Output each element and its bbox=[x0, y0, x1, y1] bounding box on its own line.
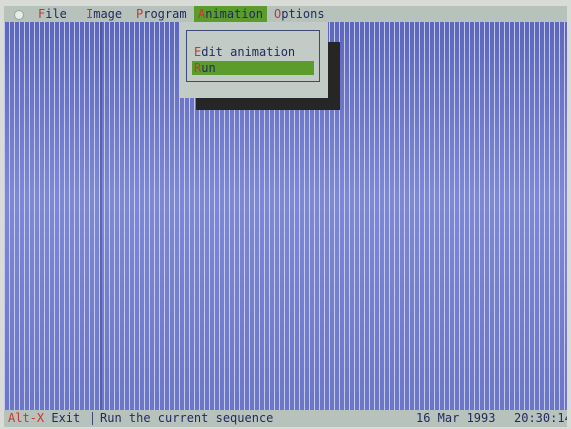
exit-shortcut-key: Alt-X bbox=[8, 411, 45, 425]
dropdown-item-edit-animation[interactable]: Edit animation bbox=[192, 45, 314, 59]
menu-program[interactable]: Program bbox=[132, 6, 191, 22]
menu-image-label: mage bbox=[93, 7, 123, 21]
menu-bar: File Image Program Animation Options bbox=[4, 6, 567, 22]
exit-shortcut[interactable]: Alt-X Exit bbox=[8, 410, 80, 427]
menu-file-label: ile bbox=[45, 7, 67, 21]
animation-dropdown: Edit animation Run bbox=[180, 22, 328, 98]
menu-program-label: rogram bbox=[143, 7, 187, 21]
exit-shortcut-label: Exit bbox=[51, 411, 81, 425]
screen: File Image Program Animation Options Edi… bbox=[4, 6, 567, 427]
status-hint: Run the current sequence bbox=[100, 411, 274, 425]
menu-image[interactable]: Image bbox=[82, 6, 126, 22]
run-label: un bbox=[201, 61, 216, 75]
menu-animation[interactable]: Animation bbox=[194, 6, 268, 22]
menu-file[interactable]: File bbox=[34, 6, 71, 22]
status-divider bbox=[92, 412, 93, 425]
system-menu-icon[interactable] bbox=[14, 10, 24, 20]
menu-options-label: ptions bbox=[281, 7, 325, 21]
desktop-divider bbox=[100, 22, 102, 410]
menu-animation-label: nimation bbox=[205, 7, 264, 21]
status-date: 16 Mar 1993 bbox=[416, 411, 496, 425]
edit-animation-label: dit animation bbox=[201, 45, 296, 59]
status-bar: Alt-X Exit Run the current sequence 16 M… bbox=[4, 410, 567, 427]
dropdown-item-run[interactable]: Run bbox=[192, 61, 314, 75]
status-time: 20:30:14 bbox=[514, 411, 567, 425]
menu-options[interactable]: Options bbox=[270, 6, 329, 22]
